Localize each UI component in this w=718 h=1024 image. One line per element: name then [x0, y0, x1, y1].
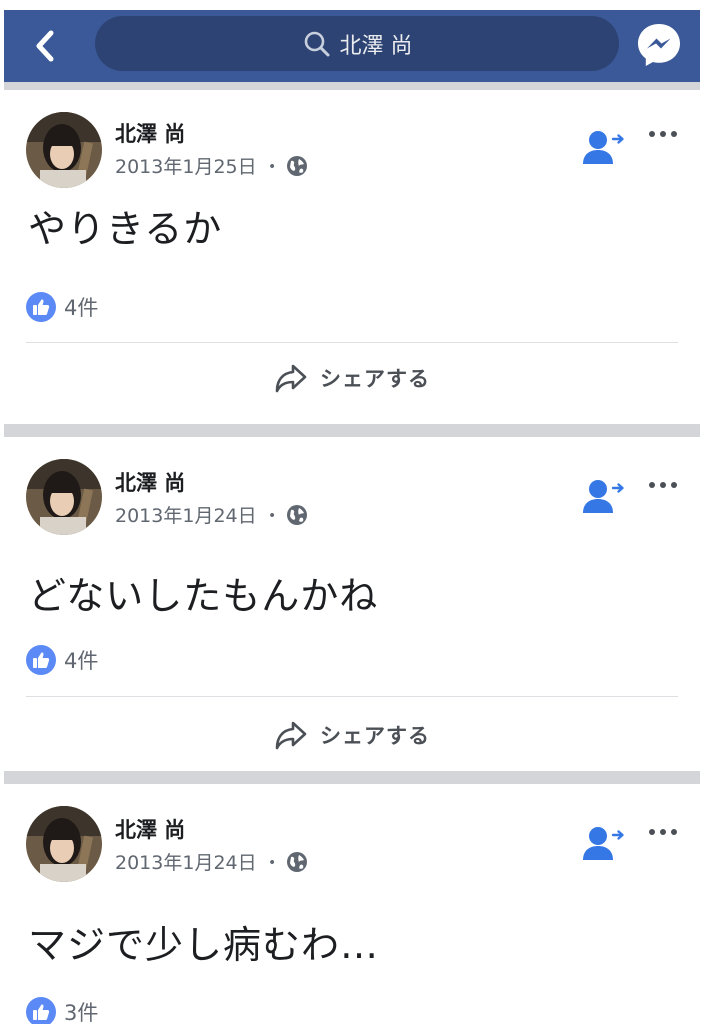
- post-meta: 2013年1月25日 ・: [115, 152, 308, 179]
- post-author[interactable]: 北澤 尚: [115, 814, 185, 844]
- messenger-icon: [638, 24, 680, 66]
- likes-summary[interactable]: 3件: [26, 997, 98, 1024]
- thumbs-up-icon: [33, 652, 50, 668]
- profile-photo-icon: [26, 112, 102, 188]
- meta-separator: ・: [262, 156, 282, 178]
- post-text: やりきるか: [28, 207, 223, 251]
- share-button[interactable]: シェアする: [4, 711, 700, 759]
- thumbs-up-icon: [33, 299, 50, 315]
- follow-button[interactable]: [582, 824, 626, 864]
- share-label: シェアする: [320, 367, 430, 391]
- add-friend-icon: [583, 131, 624, 164]
- post-card: 北澤 尚 2013年1月24日 ・: [4, 437, 700, 771]
- feed-separator: [4, 424, 700, 437]
- avatar[interactable]: [26, 112, 102, 188]
- globe-icon: [286, 155, 307, 176]
- post-card: 北澤 尚 2013年1月24日 ・: [4, 784, 700, 1024]
- like-count: 3件: [64, 1001, 99, 1024]
- profile-photo-icon: [26, 806, 102, 882]
- post-meta: 2013年1月24日 ・: [115, 501, 308, 528]
- profile-photo-icon: [26, 459, 102, 535]
- divider: [26, 696, 678, 697]
- search-query: 北澤 尚: [339, 33, 413, 59]
- search-input[interactable]: 北澤 尚: [95, 16, 619, 71]
- more-options-button[interactable]: [648, 824, 678, 838]
- search-icon: [304, 31, 329, 56]
- more-options-button[interactable]: [648, 477, 678, 491]
- like-badge: [26, 292, 56, 322]
- follow-button[interactable]: [582, 128, 626, 168]
- globe-icon: [286, 851, 307, 872]
- more-options-button[interactable]: [648, 126, 678, 140]
- like-count: 4件: [64, 296, 99, 320]
- post-meta: 2013年1月24日 ・: [115, 848, 308, 875]
- feed-separator: [4, 82, 700, 90]
- more-dots-icon: [649, 482, 677, 488]
- post-date[interactable]: 2013年1月25日: [115, 152, 257, 179]
- follow-button[interactable]: [582, 477, 626, 517]
- like-badge: [26, 645, 56, 675]
- like-count: 4件: [64, 649, 99, 673]
- facebook-page: 北澤 尚 北澤 尚 2013年1月25日 ・ やりきるか 4件 シェアする 北澤…: [0, 0, 718, 1024]
- post-text: どないしたもんかね: [28, 574, 379, 618]
- share-label: シェアする: [320, 724, 430, 748]
- meta-separator: ・: [262, 852, 282, 874]
- chevron-left-icon: [36, 30, 54, 62]
- likes-summary[interactable]: 4件: [26, 292, 98, 322]
- avatar[interactable]: [26, 806, 102, 882]
- feed-separator: [4, 771, 700, 784]
- add-friend-icon: [583, 827, 624, 860]
- messenger-button[interactable]: [635, 21, 683, 69]
- post-card: 北澤 尚 2013年1月25日 ・ やりきるか 4件 シェアする: [4, 92, 700, 424]
- back-button[interactable]: [28, 28, 64, 64]
- more-dots-icon: [649, 829, 677, 835]
- thumbs-up-icon: [33, 1004, 50, 1020]
- like-badge: [26, 997, 56, 1024]
- post-date[interactable]: 2013年1月24日: [115, 501, 257, 528]
- more-dots-icon: [649, 131, 677, 137]
- divider: [26, 342, 678, 343]
- post-author[interactable]: 北澤 尚: [115, 118, 185, 148]
- likes-summary[interactable]: 4件: [26, 645, 98, 675]
- avatar[interactable]: [26, 459, 102, 535]
- post-text: マジで少し病むわ…: [28, 923, 380, 967]
- globe-icon: [286, 504, 307, 525]
- share-button[interactable]: シェアする: [4, 354, 700, 402]
- share-arrow-icon: [275, 721, 307, 750]
- share-arrow-icon: [275, 364, 307, 393]
- top-bar: 北澤 尚: [4, 10, 700, 82]
- post-date[interactable]: 2013年1月24日: [115, 848, 257, 875]
- add-friend-icon: [583, 480, 624, 513]
- meta-separator: ・: [262, 505, 282, 527]
- post-author[interactable]: 北澤 尚: [115, 467, 185, 497]
